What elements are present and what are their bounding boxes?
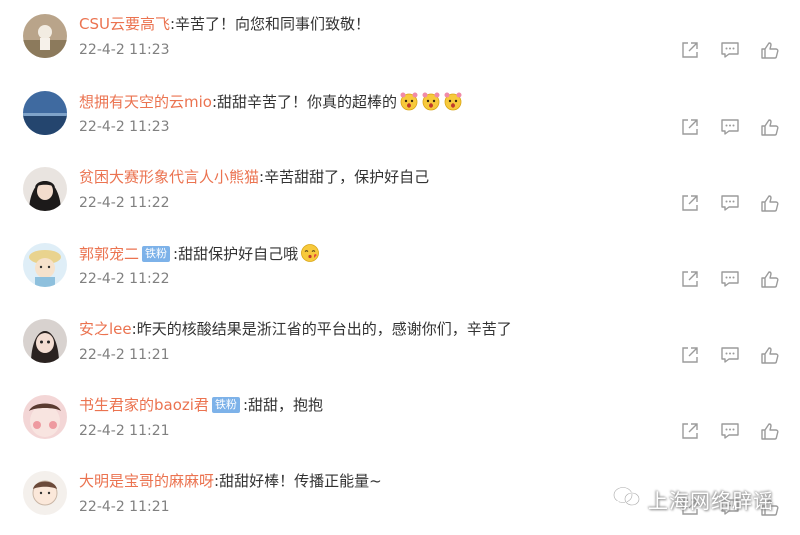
comment-line: 想拥有天空的云mio:甜甜辛苦了！你真的超棒的: [79, 91, 463, 112]
avatar[interactable]: [23, 91, 67, 135]
thumbs-up-icon[interactable]: [760, 117, 780, 137]
share-icon[interactable]: [680, 193, 700, 213]
share-icon[interactable]: [680, 40, 700, 60]
username-link[interactable]: 安之lee: [79, 320, 132, 338]
comment-text: 甜甜保护好自己哦: [178, 245, 299, 263]
username-link[interactable]: 书生君家的baozi君: [79, 396, 209, 414]
share-icon[interactable]: [680, 345, 700, 365]
avatar[interactable]: [23, 395, 67, 439]
comment-icon[interactable]: [720, 345, 740, 365]
comment-item: CSU云要高飞:辛苦了！向您和同事们致敬！ 22-4-2 11:23: [0, 0, 800, 77]
comment-icon[interactable]: [720, 269, 740, 289]
thumbs-up-icon[interactable]: [760, 345, 780, 365]
comment-time: 22-4-2 11:21: [79, 347, 170, 363]
username-link[interactable]: CSU云要高飞: [79, 15, 170, 33]
comment-time: 22-4-2 11:22: [79, 271, 170, 287]
comment-line: 贫困大赛形象代言人小熊猫:辛苦甜甜了，保护好自己: [79, 168, 430, 186]
comment-text: 甜甜，抱抱: [248, 396, 324, 414]
comment-item: 安之lee:昨天的核酸结果是浙江省的平台出的，感谢你们，辛苦了 22-4-2 1…: [0, 305, 800, 382]
comment-text: 昨天的核酸结果是浙江省的平台出的，感谢你们，辛苦了: [136, 320, 512, 338]
fan-badge: 铁粉: [211, 397, 240, 413]
thumbs-up-icon[interactable]: [760, 193, 780, 213]
cheer-emoji-icon: [421, 91, 441, 111]
watermark: 上海网络辟谣: [612, 485, 774, 513]
comment-line: CSU云要高飞:辛苦了！向您和同事们致敬！: [79, 15, 371, 33]
cheer-emoji-icon: [399, 91, 419, 111]
comment-line: 郭郭宠二 铁粉:甜甜保护好自己哦: [79, 243, 320, 264]
avatar[interactable]: [23, 471, 67, 515]
avatar[interactable]: [23, 14, 67, 58]
thumbs-up-icon[interactable]: [760, 421, 780, 441]
comment-icon[interactable]: [720, 193, 740, 213]
fan-badge: 铁粉: [142, 246, 171, 262]
thumbs-up-icon[interactable]: [760, 269, 780, 289]
comment-item: 书生君家的baozi君 铁粉:甜甜，抱抱 22-4-2 11:21: [0, 381, 800, 458]
share-icon[interactable]: [680, 269, 700, 289]
comment-time: 22-4-2 11:21: [79, 423, 170, 439]
comment-text: 甜甜好棒！传播正能量~: [219, 472, 382, 490]
cheer-emoji-icon: [443, 91, 463, 111]
avatar[interactable]: [23, 319, 67, 363]
wechat-icon: [612, 485, 642, 513]
comment-icon[interactable]: [720, 421, 740, 441]
comment-line: 大明是宝哥的麻麻呀:甜甜好棒！传播正能量~: [79, 472, 382, 490]
avatar[interactable]: [23, 167, 67, 211]
comment-line: 书生君家的baozi君 铁粉:甜甜，抱抱: [79, 396, 324, 414]
comment-item: 郭郭宠二 铁粉:甜甜保护好自己哦 22-4-2 11:22: [0, 229, 800, 306]
comment-item: 想拥有天空的云mio:甜甜辛苦了！你真的超棒的 22-4-2 11:23: [0, 77, 800, 154]
kiss-emoji-icon: [300, 243, 320, 263]
username-link[interactable]: 郭郭宠二: [79, 245, 139, 263]
username-link[interactable]: 想拥有天空的云mio: [79, 93, 212, 111]
watermark-text: 上海网络辟谣: [648, 488, 774, 513]
comment-time: 22-4-2 11:22: [79, 195, 170, 211]
avatar[interactable]: [23, 243, 67, 287]
comment-line: 安之lee:昨天的核酸结果是浙江省的平台出的，感谢你们，辛苦了: [79, 320, 512, 338]
comment-icon[interactable]: [720, 40, 740, 60]
comment-icon[interactable]: [720, 117, 740, 137]
share-icon[interactable]: [680, 117, 700, 137]
thumbs-up-icon[interactable]: [760, 40, 780, 60]
share-icon[interactable]: [680, 421, 700, 441]
comment-text: 辛苦甜甜了，保护好自己: [264, 168, 430, 186]
comment-text: 甜甜辛苦了！你真的超棒的: [217, 93, 398, 111]
comment-item: 贫困大赛形象代言人小熊猫:辛苦甜甜了，保护好自己 22-4-2 11:22: [0, 153, 800, 230]
username-link[interactable]: 贫困大赛形象代言人小熊猫: [79, 168, 259, 186]
comment-time: 22-4-2 11:23: [79, 119, 170, 135]
username-link[interactable]: 大明是宝哥的麻麻呀: [79, 472, 214, 490]
comment-time: 22-4-2 11:21: [79, 499, 170, 515]
comment-time: 22-4-2 11:23: [79, 42, 170, 58]
comment-text: 辛苦了！向您和同事们致敬！: [175, 15, 371, 33]
